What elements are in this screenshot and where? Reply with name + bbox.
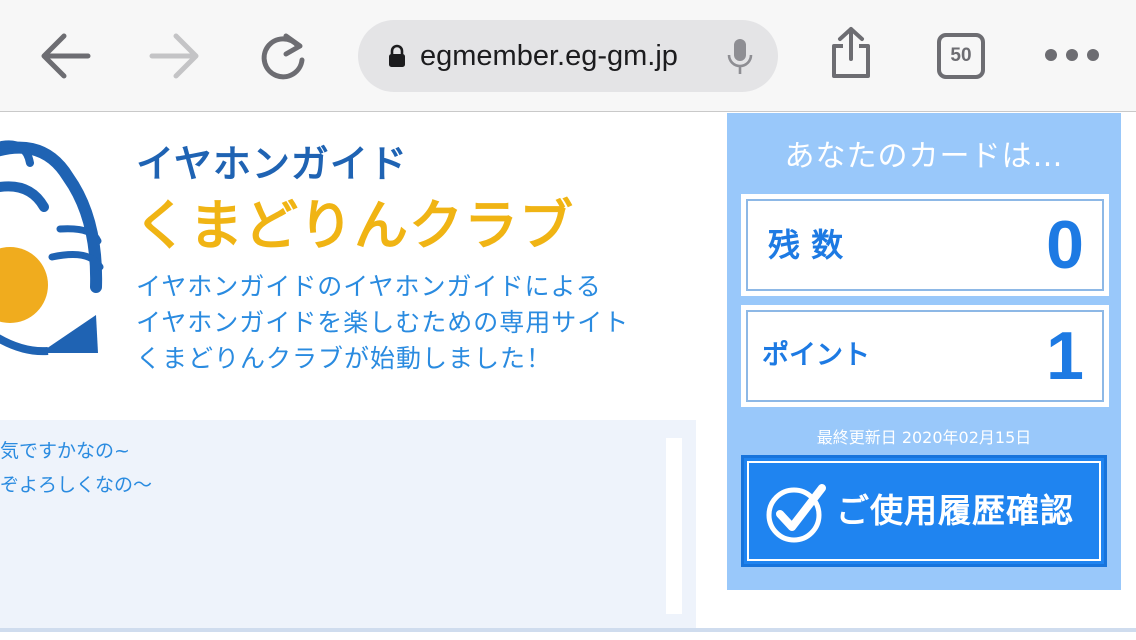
news-list: 気ですかなの~ ぞよろしくなの～: [0, 434, 660, 502]
usage-history-button[interactable]: ご使用履歴確認: [741, 455, 1107, 567]
arrow-right-icon[interactable]: [148, 32, 202, 80]
divider: [0, 628, 1136, 632]
balance-label: 残 数: [768, 226, 844, 264]
news-panel[interactable]: 気ですかなの~ ぞよろしくなの～: [0, 420, 696, 628]
url-text: egmember.eg-gm.jp: [420, 40, 678, 72]
points-value: 1: [1046, 318, 1084, 394]
intro-line: くまどりんクラブが始動しました！: [136, 344, 553, 373]
intro-line: イヤホンガイドを楽しむための専用サイト: [136, 308, 630, 337]
reload-icon[interactable]: [258, 30, 308, 82]
intro-line: イヤホンガイドのイヤホンガイドによる: [136, 272, 602, 301]
news-scrollbar[interactable]: [666, 438, 682, 614]
tab-count: 50: [950, 45, 972, 66]
card-heading: あなたのカードは…: [784, 139, 1064, 174]
member-card-panel: あなたのカードは… 残 数 0 ポイント 1 最終更新日 2020年02月15日…: [727, 113, 1121, 590]
news-item[interactable]: 気ですかなの~: [0, 434, 660, 468]
web-page: イヤホンガイド くまどりんクラブ イヤホンガイドのイヤホンガイドによる イヤホン…: [0, 113, 1136, 640]
tabs-icon[interactable]: 50: [937, 33, 985, 79]
points-box: ポイント 1: [741, 305, 1109, 407]
news-item[interactable]: ぞよろしくなの～: [0, 468, 660, 502]
brand-club-title: くまどりんクラブ: [134, 194, 574, 257]
points-label: ポイント: [762, 340, 870, 371]
kumadorin-mascot-icon: [0, 137, 110, 371]
share-icon[interactable]: [828, 26, 874, 80]
address-bar[interactable]: egmember.eg-gm.jp: [358, 20, 778, 92]
arrow-left-icon[interactable]: [38, 32, 92, 80]
lock-icon: [388, 44, 406, 72]
balance-box: 残 数 0: [741, 194, 1109, 296]
brand-title: イヤホンガイド: [136, 142, 408, 186]
checkmark-icon: [766, 482, 828, 548]
microphone-icon[interactable]: [726, 38, 754, 80]
last-updated: 最終更新日 2020年02月15日: [816, 428, 1032, 447]
balance-value: 0: [1046, 207, 1084, 283]
more-icon[interactable]: [1044, 47, 1100, 63]
usage-history-label: ご使用履歴確認: [836, 491, 1074, 530]
browser-toolbar: egmember.eg-gm.jp 50: [0, 0, 1136, 112]
intro-text: イヤホンガイドのイヤホンガイドによる イヤホンガイドを楽しむための専用サイト く…: [136, 269, 629, 377]
